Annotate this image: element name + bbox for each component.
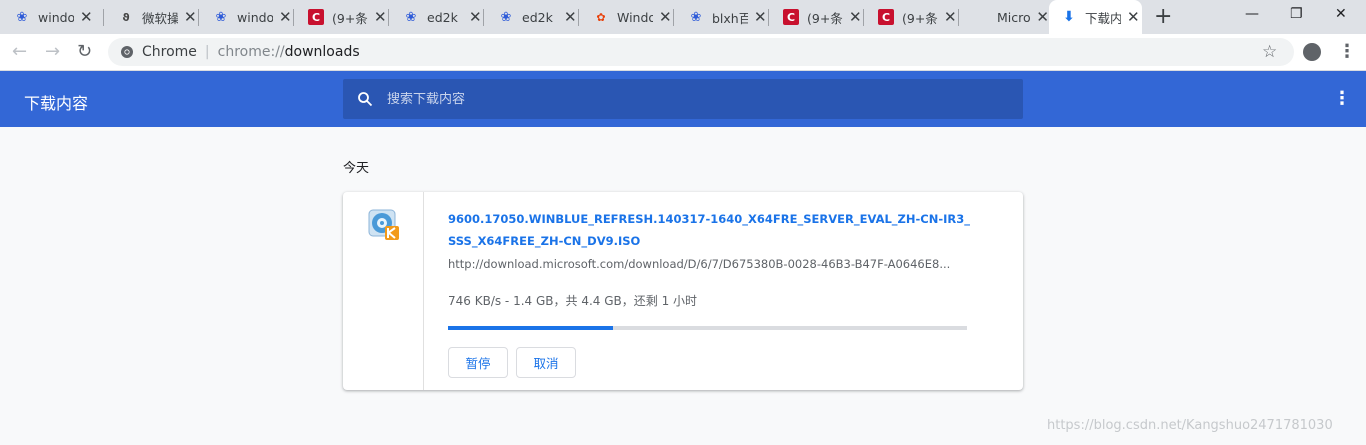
close-icon[interactable]: ✕	[1036, 9, 1049, 25]
tab-title: ed2k	[522, 9, 553, 25]
cancel-button[interactable]: 取消	[516, 347, 576, 378]
baidu-paw-icon: ❀	[215, 9, 227, 25]
tab-title: (9+条消息)	[902, 10, 938, 26]
tab-title: windows	[237, 9, 273, 25]
download-status: 746 KB/s - 1.4 GB，共 4.4 GB，还剩 1 小时	[448, 294, 698, 308]
close-icon[interactable]: ✕	[754, 9, 767, 25]
tab-title: (9+条消息)	[807, 10, 843, 26]
tab-title: 微软操作系统	[142, 10, 178, 26]
close-icon[interactable]: ✕	[659, 9, 672, 25]
baidu-paw-icon: ❀	[500, 9, 512, 25]
tab-5[interactable]: ❀ ed2k ✕	[389, 0, 484, 34]
close-icon[interactable]: ✕	[374, 9, 387, 25]
reload-button[interactable]: ↻	[77, 40, 92, 64]
download-progress-bar	[448, 326, 967, 330]
browser-menu-icon[interactable]: ⋮	[1338, 41, 1356, 63]
address-bar[interactable]: Chrome | chrome://downloads	[108, 38, 1294, 66]
window-close-button[interactable]: ✕	[1335, 6, 1347, 22]
baidu-paw-icon: ❀	[690, 9, 702, 25]
tab-7[interactable]: ✿ Windows ✕	[579, 0, 674, 34]
download-item-card: 9600.17050.WINBLUE_REFRESH.140317-1640_X…	[343, 192, 1023, 390]
feather-icon: ϑ	[122, 10, 130, 24]
watermark-text: https://blog.csdn.net/Kangshuo2471781030	[1047, 418, 1333, 433]
close-icon[interactable]: ✕	[279, 9, 292, 25]
tab-title: windows	[38, 9, 74, 25]
tab-3[interactable]: ❀ windows ✕	[199, 0, 294, 34]
microsoft-icon	[973, 9, 989, 25]
tab-title: 下载内容	[1085, 10, 1121, 26]
page-title: 下载内容	[24, 94, 89, 113]
baidu-paw-icon: ❀	[16, 9, 28, 25]
tab-10[interactable]: C (9+条消息) ✕	[864, 0, 959, 34]
tab-8[interactable]: ❀ blxh百度 ✕	[674, 0, 769, 34]
tab-6[interactable]: ❀ ed2k ✕	[484, 0, 579, 34]
tab-11[interactable]: Microsoft ✕	[959, 0, 1049, 34]
file-icon-column	[343, 192, 424, 390]
tab-4[interactable]: C (9+条消息) ✕	[294, 0, 389, 34]
close-icon[interactable]: ✕	[80, 9, 93, 25]
iso-file-icon	[368, 209, 399, 240]
close-icon[interactable]: ✕	[944, 9, 957, 25]
back-button[interactable]: ←	[12, 40, 27, 64]
bookmark-star-icon[interactable]: ☆	[1262, 42, 1277, 62]
site-chip: Chrome	[142, 44, 197, 60]
profile-avatar-icon[interactable]	[1303, 43, 1321, 61]
download-icon: ⬇	[1063, 9, 1075, 25]
tab-strip: ❀ windows ✕ ϑ 微软操作系统 ✕ ❀ windows ✕ C (9+…	[0, 0, 1366, 34]
url-path: downloads	[284, 44, 360, 60]
tab-title: Windows	[617, 9, 653, 25]
search-icon	[358, 92, 373, 107]
close-icon[interactable]: ✕	[184, 9, 197, 25]
tab-title: ed2k	[427, 9, 458, 25]
tab-9[interactable]: C (9+条消息) ✕	[769, 0, 864, 34]
pause-button[interactable]: 暂停	[448, 347, 508, 378]
csdn-icon: C	[308, 9, 324, 25]
omnibox-divider: |	[204, 44, 210, 60]
minimize-button[interactable]: —	[1245, 6, 1259, 22]
progress-fill	[448, 326, 614, 330]
csdn-icon: C	[783, 9, 799, 25]
search-input[interactable]	[387, 91, 987, 107]
close-icon[interactable]: ✕	[469, 9, 482, 25]
new-tab-button[interactable]: +	[1154, 5, 1172, 29]
chrome-logo-icon	[121, 46, 133, 58]
tab-2[interactable]: ϑ 微软操作系统 ✕	[104, 0, 199, 34]
close-icon[interactable]: ✕	[849, 9, 862, 25]
url-scheme: chrome://	[217, 44, 285, 60]
file-name-link[interactable]: 9600.17050.WINBLUE_REFRESH.140317-1640_X…	[448, 208, 978, 252]
weibo-icon: ✿	[596, 10, 606, 24]
tab-1[interactable]: ❀ windows ✕	[0, 0, 104, 34]
csdn-icon: C	[878, 9, 894, 25]
source-url-link[interactable]: http://download.microsoft.com/download/D…	[448, 257, 968, 271]
date-section-label: 今天	[343, 161, 370, 176]
tab-title: blxh百度	[712, 10, 748, 26]
restore-button[interactable]: ❐	[1290, 6, 1303, 22]
close-icon[interactable]: ✕	[564, 9, 577, 25]
baidu-paw-icon: ❀	[405, 9, 417, 25]
tab-12-active[interactable]: ⬇ 下载内容 ✕	[1049, 0, 1142, 34]
downloads-header: 下载内容 ⋮	[0, 71, 1366, 127]
more-actions-icon[interactable]: ⋮	[1333, 88, 1351, 110]
tab-title: Microsoft	[997, 9, 1031, 25]
close-icon[interactable]: ✕	[1127, 9, 1140, 25]
browser-toolbar: ← → ↻ Chrome | chrome://downloads ☆ ⋮	[0, 34, 1366, 71]
forward-button[interactable]: →	[45, 40, 60, 64]
tab-title: (9+条消息)	[332, 10, 368, 26]
search-box[interactable]	[343, 79, 1023, 119]
